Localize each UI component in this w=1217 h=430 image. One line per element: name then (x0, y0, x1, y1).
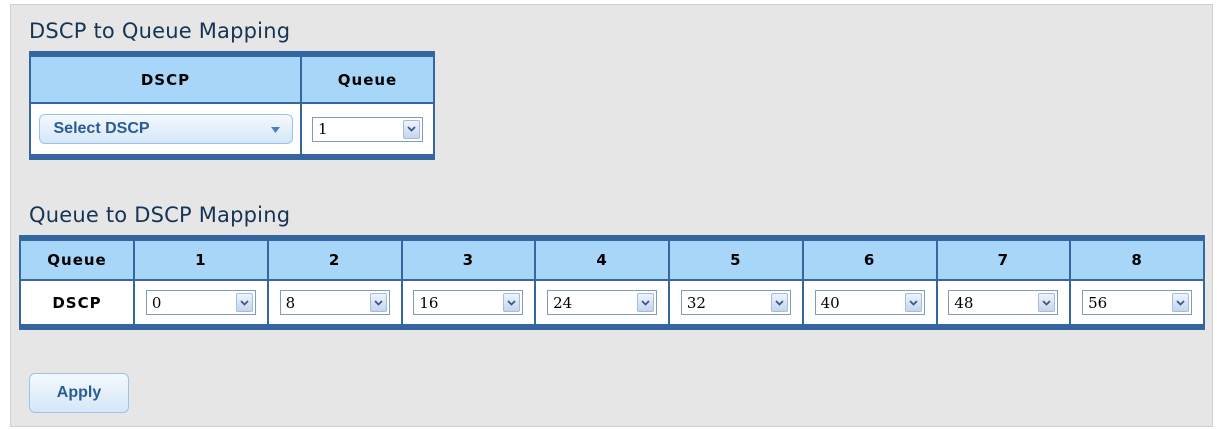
dscp-select-value: 32 (686, 293, 706, 312)
dscp-select-queue-5[interactable]: 32 (680, 290, 791, 315)
queue-to-dscp-title: Queue to DSCP Mapping (29, 203, 291, 227)
chevron-down-icon (904, 293, 922, 312)
dscp-column-header: DSCP (30, 56, 301, 103)
dscp-cell-7: 48 (936, 280, 1071, 325)
queue-header-1: 1 (134, 240, 268, 280)
chevron-down-icon (403, 119, 420, 139)
chevron-down-icon (637, 293, 655, 312)
queue-column-header: Queue (301, 56, 434, 103)
chevron-down-icon (1038, 293, 1056, 312)
dscp-cell-2: 8 (267, 280, 402, 325)
queue-header-4: 4 (535, 240, 669, 280)
queue-select-cell: 1 (301, 103, 434, 155)
dscp-select-value: 48 (954, 293, 974, 312)
dscp-to-queue-title: DSCP to Queue Mapping (29, 19, 291, 43)
queue-select[interactable]: 1 (312, 116, 423, 142)
dscp-to-queue-table: DSCP Queue Select DSCP 1 (29, 51, 435, 160)
queue-header-5: 5 (669, 240, 803, 280)
dscp-select-value: 56 (1088, 293, 1108, 312)
queue-header-6: 6 (802, 240, 937, 280)
queue-header-3: 3 (401, 240, 536, 280)
queue-to-dscp-table: Queue 1 2 3 4 5 6 7 8 DSCP 0 8 16 24 32 … (19, 235, 1205, 330)
dscp-select-queue-7[interactable]: 48 (948, 290, 1059, 315)
apply-button[interactable]: Apply (29, 373, 129, 413)
dscp-select-dropdown[interactable]: Select DSCP (38, 114, 293, 144)
dscp-cell-1: 0 (134, 280, 268, 325)
dscp-select-value: 0 (151, 293, 162, 312)
dscp-select-label: Select DSCP (53, 120, 150, 137)
dscp-select-queue-1[interactable]: 0 (145, 290, 256, 315)
chevron-down-icon (235, 293, 253, 312)
dscp-select-cell: Select DSCP (30, 103, 301, 155)
dscp-select-queue-6[interactable]: 40 (814, 290, 925, 315)
dscp-select-value: 8 (285, 293, 296, 312)
dscp-cell-6: 40 (802, 280, 937, 325)
chevron-down-icon (369, 293, 387, 312)
dscp-row-header: DSCP (20, 280, 134, 325)
queue-header-7: 7 (936, 240, 1071, 280)
caret-down-icon (270, 120, 280, 138)
dscp-select-queue-2[interactable]: 8 (279, 290, 390, 315)
qos-panel: DSCP to Queue Mapping DSCP Queue Select … (10, 4, 1213, 427)
dscp-select-value: 24 (553, 293, 573, 312)
dscp-select-value: 16 (419, 293, 439, 312)
queue-row-header: Queue (20, 240, 134, 280)
dscp-select-queue-4[interactable]: 24 (547, 290, 658, 315)
chevron-down-icon (503, 293, 521, 312)
dscp-select-value: 40 (820, 293, 840, 312)
chevron-down-icon (1172, 293, 1190, 312)
queue-header-2: 2 (267, 240, 402, 280)
queue-select-value: 1 (318, 120, 328, 138)
dscp-cell-4: 24 (535, 280, 669, 325)
dscp-select-queue-8[interactable]: 56 (1082, 290, 1193, 315)
dscp-cell-8: 56 (1070, 280, 1204, 325)
queue-header-8: 8 (1070, 240, 1204, 280)
dscp-cell-5: 32 (669, 280, 803, 325)
dscp-cell-3: 16 (401, 280, 536, 325)
dscp-select-queue-3[interactable]: 16 (413, 290, 524, 315)
chevron-down-icon (770, 293, 788, 312)
